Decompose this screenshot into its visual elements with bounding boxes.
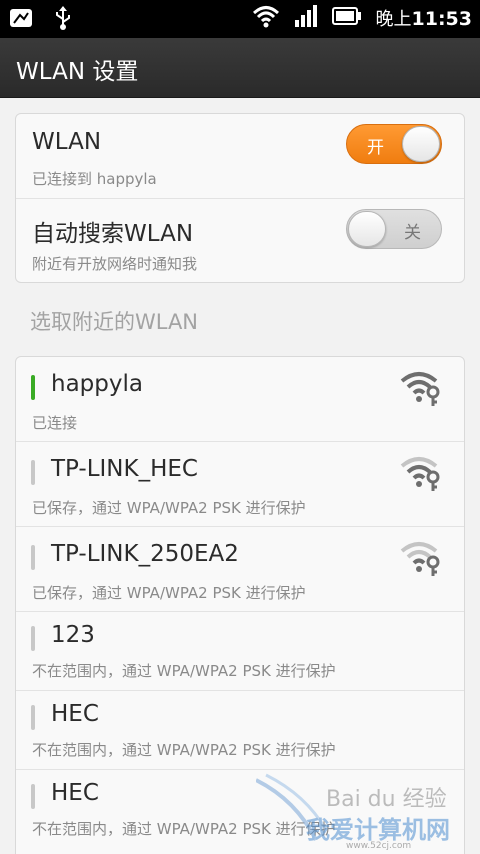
status-time-value: 11:53 — [411, 8, 472, 30]
status-time-prefix: 晚上 — [375, 9, 412, 30]
network-name: happyla — [51, 371, 143, 397]
wlan-toggle-row[interactable]: WLAN 已连接到 happyla 开 — [16, 114, 464, 199]
svg-text:我爱计算机网: 我爱计算机网 — [306, 816, 450, 844]
auto-search-description: 附近有开放网络时通知我 — [32, 255, 198, 273]
wlan-toggle-label: 开 — [367, 138, 384, 158]
wifi-signal-icon — [252, 4, 280, 32]
network-name: 123 — [51, 622, 95, 648]
network-indicator — [31, 784, 35, 809]
network-indicator — [31, 460, 35, 485]
toggle-knob — [348, 211, 386, 247]
toggle-card: WLAN 已连接到 happyla 开 自动搜索WLAN 附近有开放网络时通知我… — [15, 113, 465, 283]
usb-debug-icon — [8, 5, 36, 35]
auto-search-label: 自动搜索WLAN — [32, 221, 194, 247]
network-item[interactable]: HEC 不在范围内，通过 WPA/WPA2 PSK 进行保护 — [16, 691, 464, 770]
network-indicator — [31, 545, 35, 570]
network-name: TP-LINK_HEC — [51, 456, 198, 482]
network-item[interactable]: happyla 已连接 — [16, 357, 464, 442]
section-header: 选取附近的WLAN — [30, 310, 199, 334]
battery-icon — [331, 7, 362, 29]
auto-search-toggle-label: 关 — [404, 223, 421, 243]
status-time: 晚上11:53 — [376, 5, 472, 31]
network-status: 已保存，通过 WPA/WPA2 PSK 进行保护 — [32, 499, 306, 517]
network-status: 已连接 — [32, 414, 78, 432]
network-name: HEC — [51, 780, 99, 806]
svg-text:Bai du 经验: Bai du 经验 — [326, 787, 447, 812]
network-indicator — [31, 705, 35, 730]
network-status: 不在范围内，通过 WPA/WPA2 PSK 进行保护 — [32, 741, 336, 759]
network-name: HEC — [51, 701, 99, 727]
auto-search-toggle[interactable]: 关 — [346, 209, 442, 249]
connected-indicator — [31, 375, 35, 400]
usb-icon — [54, 5, 72, 35]
network-indicator — [31, 626, 35, 651]
page-title: WLAN 设置 — [16, 59, 139, 85]
wifi-secured-icon — [400, 454, 442, 492]
wifi-secured-icon — [400, 539, 442, 577]
wlan-toggle[interactable]: 开 — [346, 124, 442, 164]
network-status: 不在范围内，通过 WPA/WPA2 PSK 进行保护 — [32, 662, 336, 680]
wlan-label: WLAN — [32, 129, 102, 155]
cell-signal-icon — [294, 4, 318, 32]
wifi-secured-icon — [400, 369, 442, 407]
wlan-status: 已连接到 happyla — [32, 170, 157, 188]
auto-search-toggle-row[interactable]: 自动搜索WLAN 附近有开放网络时通知我 关 — [16, 199, 464, 282]
status-bar: 晚上11:53 — [0, 0, 480, 38]
content-area: WLAN 已连接到 happyla 开 自动搜索WLAN 附近有开放网络时通知我… — [0, 98, 480, 854]
title-bar: WLAN 设置 — [0, 38, 480, 98]
network-name: TP-LINK_250EA2 — [51, 541, 239, 567]
svg-text:www.52cj.com: www.52cj.com — [346, 841, 411, 850]
network-status: 已保存，通过 WPA/WPA2 PSK 进行保护 — [32, 584, 306, 602]
toggle-knob — [402, 126, 440, 162]
network-item[interactable]: 123 不在范围内，通过 WPA/WPA2 PSK 进行保护 — [16, 612, 464, 691]
network-item[interactable]: TP-LINK_HEC 已保存，通过 WPA/WPA2 PSK 进行保护 — [16, 442, 464, 527]
network-item[interactable]: TP-LINK_250EA2 已保存，通过 WPA/WPA2 PSK 进行保护 — [16, 527, 464, 612]
watermark-logo: Bai du 经验 我爱计算机网 www.52cj.com — [255, 770, 466, 851]
